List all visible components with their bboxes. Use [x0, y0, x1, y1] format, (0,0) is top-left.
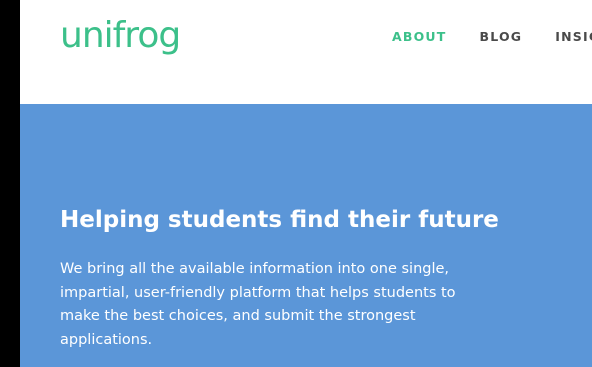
- nav-item-blog[interactable]: BLOG: [480, 28, 523, 46]
- hero-section: Helping students find their future We br…: [20, 104, 592, 367]
- hero-description-line: applications.: [60, 331, 153, 348]
- main-nav: ABOUT BLOG INSIG: [392, 28, 592, 46]
- hero-description-line: impartial, user-friendly platform that h…: [60, 284, 456, 301]
- hero-description-line: make the best choices, and submit the st…: [60, 308, 416, 324]
- hero-title: Helping students find their future: [60, 207, 499, 233]
- nav-item-insights[interactable]: INSIG: [555, 28, 592, 46]
- site-header: unifrog ABOUT BLOG INSIG: [20, 0, 592, 104]
- hero-description-line: We bring all the available information i…: [60, 261, 450, 277]
- unifrog-logo[interactable]: unifrog: [60, 14, 181, 58]
- page-frame: unifrog ABOUT BLOG INSIG Helping student…: [20, 0, 592, 367]
- hero-description: We bring all the available information i…: [60, 258, 530, 352]
- nav-item-about[interactable]: ABOUT: [392, 28, 447, 46]
